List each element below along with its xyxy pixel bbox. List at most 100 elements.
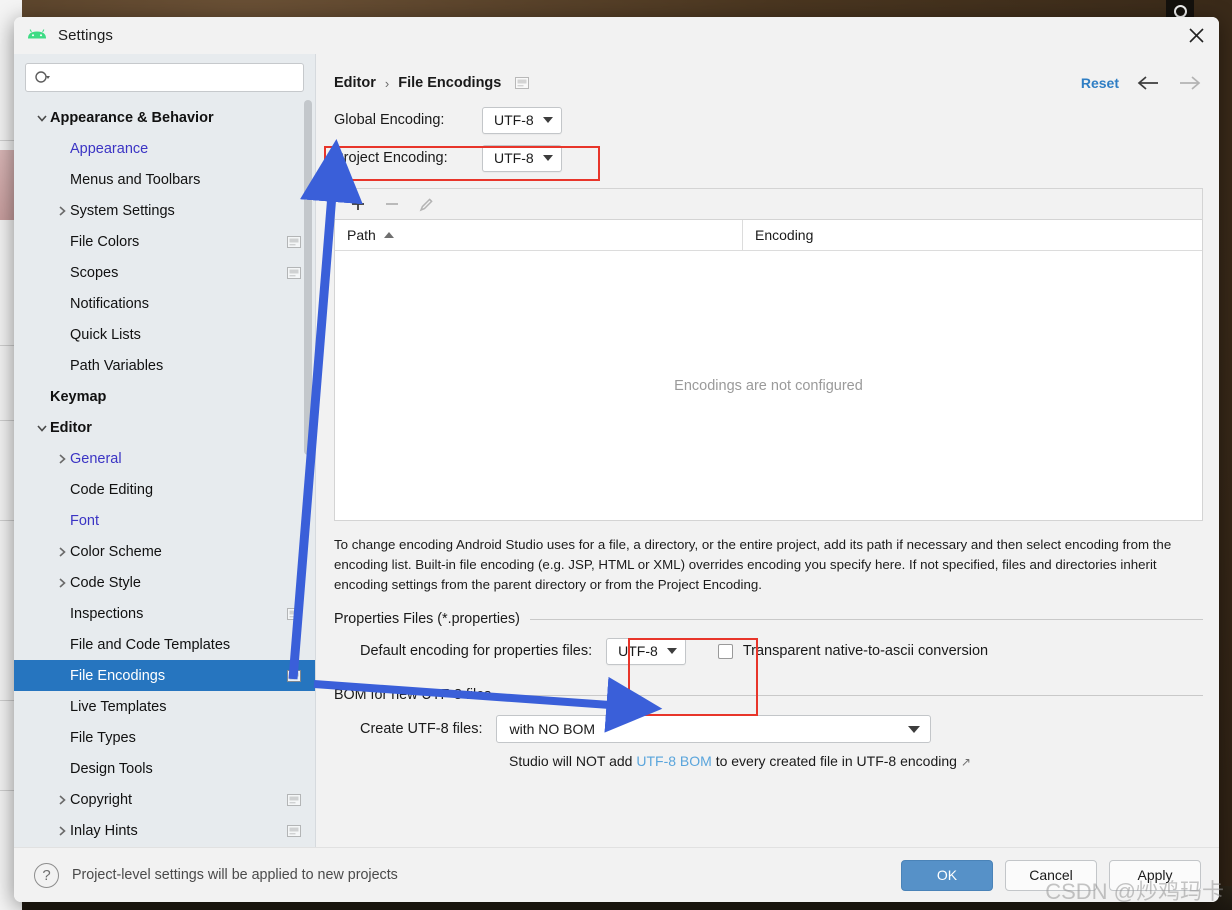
cancel-button[interactable]: Cancel — [1005, 859, 1097, 891]
bom-note: Studio will NOT add UTF-8 BOM to every c… — [509, 753, 971, 769]
chevron-down-icon — [542, 117, 553, 123]
chevron-right-icon[interactable] — [54, 544, 70, 560]
minus-icon[interactable] — [379, 192, 405, 216]
sidebar-item-file-types[interactable]: File Types — [14, 722, 315, 753]
global-encoding-row: Global Encoding: UTF-8 — [334, 102, 1203, 138]
sidebar-item-label: Design Tools — [70, 760, 153, 777]
sidebar-item-file-encodings[interactable]: File Encodings — [14, 660, 315, 691]
project-encoding-combo[interactable]: UTF-8 — [482, 144, 562, 172]
sidebar-item-design-tools[interactable]: Design Tools — [14, 753, 315, 784]
sidebar-item-file-and-code-templates[interactable]: File and Code Templates — [14, 629, 315, 660]
default-properties-encoding-row: Default encoding for properties files: U… — [334, 633, 1203, 669]
sidebar-item-font[interactable]: Font — [14, 505, 315, 536]
sidebar-item-label: Appearance — [70, 140, 149, 157]
column-header-path[interactable]: Path — [335, 220, 743, 250]
sidebar-item-keymap[interactable]: Keymap — [14, 381, 315, 412]
reset-link[interactable]: Reset — [1081, 75, 1119, 91]
plus-icon[interactable] — [345, 192, 371, 216]
sidebar-item-label: Keymap — [50, 388, 107, 405]
pencil-icon[interactable] — [413, 192, 439, 216]
chevron-down-icon[interactable] — [34, 420, 50, 436]
bom-group-title: BOM for new UTF-8 files — [334, 687, 492, 703]
utf8-bom-link[interactable]: UTF-8 BOM — [636, 753, 711, 769]
sidebar-item-appearance-behavior[interactable]: Appearance & Behavior — [14, 102, 315, 133]
properties-encoding-value: UTF-8 — [618, 643, 658, 659]
arrow-right-icon[interactable] — [1177, 75, 1203, 91]
sidebar-item-general[interactable]: General — [14, 443, 315, 474]
sidebar-item-copyright[interactable]: Copyright — [14, 784, 315, 815]
chevron-right-icon[interactable] — [54, 575, 70, 591]
transparent-native-to-ascii-label: Transparent native-to-ascii conversion — [742, 643, 989, 659]
sidebar-item-label: File Encodings — [70, 667, 166, 684]
chevron-right-icon[interactable] — [54, 823, 70, 839]
chevron-down-icon[interactable] — [34, 110, 50, 126]
chevron-right-icon[interactable] — [54, 451, 70, 467]
encodings-table: Path Encoding Encodings are not configur… — [334, 219, 1203, 521]
sidebar-item-path-variables[interactable]: Path Variables — [14, 350, 315, 381]
create-utf8-files-label: Create UTF-8 files: — [360, 721, 483, 737]
dialog-body: Appearance & Behavior Appearance Menus and… — [14, 54, 1219, 847]
search-input[interactable] — [56, 69, 295, 86]
bom-note-suffix: to every created file in UTF-8 encoding — [711, 753, 957, 769]
sidebar-item-notifications[interactable]: Notifications — [14, 288, 315, 319]
column-header-path-label: Path — [347, 227, 376, 243]
sidebar-item-label: Font — [70, 512, 100, 529]
arrow-left-icon[interactable] — [1135, 75, 1161, 91]
project-level-icon — [287, 824, 301, 837]
sidebar-item-appearance[interactable]: Appearance — [14, 133, 315, 164]
sidebar-item-label: Scopes — [70, 264, 119, 281]
dialog-title: Settings — [58, 27, 113, 44]
settings-sidebar: Appearance & Behavior Appearance Menus and… — [14, 54, 316, 847]
breadcrumb-current: File Encodings — [398, 75, 502, 91]
sidebar-item-label: File Colors — [70, 233, 140, 250]
help-icon[interactable]: ? — [34, 862, 59, 888]
sidebar-item-live-templates[interactable]: Live Templates — [14, 691, 315, 722]
project-level-icon — [287, 669, 301, 682]
sidebar-item-code-style[interactable]: Code Style — [14, 567, 315, 598]
table-header: Path Encoding — [335, 220, 1202, 251]
sidebar-item-menus-and-toolbars[interactable]: Menus and Toolbars — [14, 164, 315, 195]
sidebar-item-color-scheme[interactable]: Color Scheme — [14, 536, 315, 567]
sidebar-item-editor[interactable]: Editor — [14, 412, 315, 443]
global-encoding-combo[interactable]: UTF-8 — [482, 106, 562, 134]
chevron-right-icon[interactable] — [54, 203, 70, 219]
external-link-icon[interactable]: ↗ — [961, 755, 971, 769]
properties-files-group-header: Properties Files (*.properties) — [334, 611, 1203, 627]
search-wrapper — [14, 54, 315, 99]
close-icon[interactable] — [1173, 17, 1219, 54]
properties-encoding-combo[interactable]: UTF-8 — [606, 637, 686, 665]
bom-select[interactable]: with NO BOM — [496, 715, 932, 743]
project-level-icon — [287, 793, 301, 806]
sidebar-item-label: Color Scheme — [70, 543, 162, 560]
sidebar-item-label: Inlay Hints — [70, 822, 138, 839]
column-header-encoding[interactable]: Encoding — [743, 220, 1202, 250]
sidebar-item-scopes[interactable]: Scopes — [14, 257, 315, 288]
transparent-native-to-ascii-checkbox[interactable] — [717, 643, 733, 659]
sidebar-item-label: Editor — [50, 419, 92, 436]
sidebar-item-label: File and Code Templates — [70, 636, 231, 653]
sidebar-item-inspections[interactable]: Inspections — [14, 598, 315, 629]
global-encoding-label: Global Encoding: — [334, 112, 445, 128]
bom-group-header: BOM for new UTF-8 files — [334, 687, 1203, 703]
chevron-right-icon[interactable] — [54, 792, 70, 808]
sidebar-item-system-settings[interactable]: System Settings — [14, 195, 315, 226]
breadcrumb-separator: › — [384, 75, 390, 91]
search-box[interactable] — [25, 63, 304, 92]
default-properties-encoding-label: Default encoding for properties files: — [360, 643, 593, 659]
sidebar-scrollbar[interactable] — [304, 100, 312, 455]
encodings-help-text: To change encoding Android Studio uses f… — [334, 537, 1172, 592]
breadcrumb-parent[interactable]: Editor — [334, 75, 376, 91]
sidebar-item-inlay-hints[interactable]: Inlay Hints — [14, 815, 315, 846]
ok-button[interactable]: OK — [901, 859, 993, 891]
sidebar-item-quick-lists[interactable]: Quick Lists — [14, 319, 315, 350]
bom-note-prefix: Studio will NOT add — [509, 753, 637, 769]
table-empty-message: Encodings are not configured — [674, 377, 863, 394]
apply-button[interactable]: Apply — [1109, 859, 1201, 891]
sidebar-item-code-editing[interactable]: Code Editing — [14, 474, 315, 505]
sidebar-item-file-colors[interactable]: File Colors — [14, 226, 315, 257]
search-icon — [35, 70, 50, 83]
